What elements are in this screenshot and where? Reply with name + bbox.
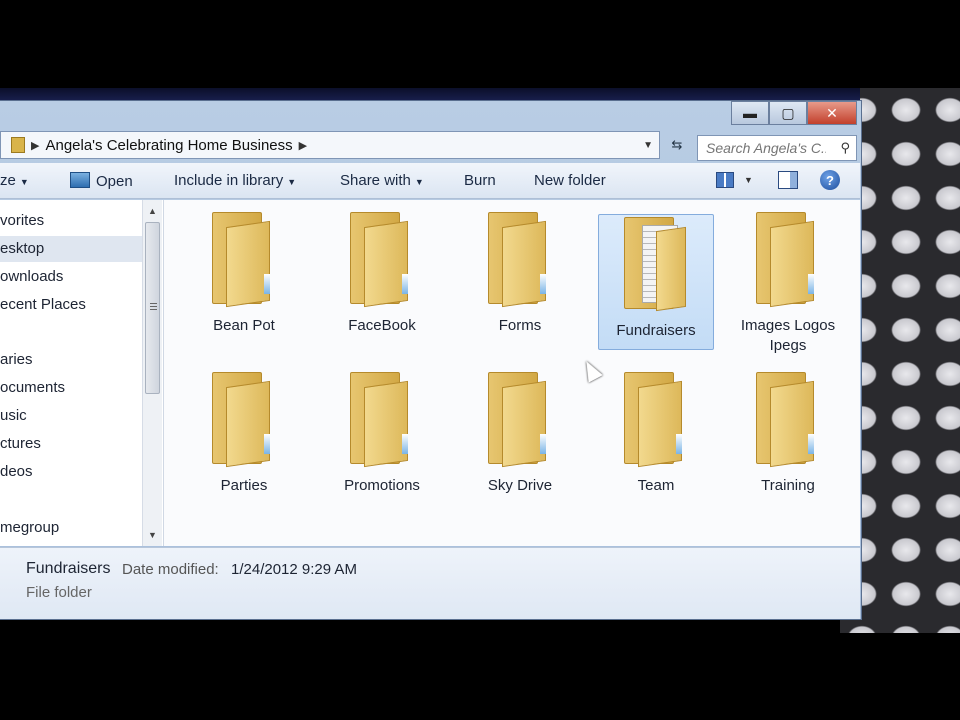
folder-icon (204, 210, 284, 310)
folder-item[interactable]: Sky Drive (462, 370, 578, 506)
folder-icon (748, 370, 828, 470)
folder-name: Bean Pot (213, 317, 275, 334)
folder-name: FaceBook (348, 317, 416, 334)
sidebar-item-pictures[interactable]: ctures (0, 431, 142, 457)
sidebar-item-music[interactable]: usic (0, 403, 142, 429)
folder-name: Sky Drive (487, 477, 553, 494)
folder-name: Images Logos Ipegs (740, 317, 836, 354)
folder-icon (204, 370, 284, 470)
chevron-down-icon: ▼ (19, 177, 29, 187)
folder-name: Promotions (344, 477, 420, 494)
folder-item-selected[interactable]: Fundraisers (598, 214, 714, 350)
folder-item[interactable]: Forms (462, 210, 578, 346)
open-label: Open (96, 173, 133, 190)
minimize-button[interactable]: ▬ (731, 101, 769, 125)
open-folder-icon (616, 215, 696, 315)
file-list: Bean Pot FaceBook Forms Fundraisers Imag… (164, 200, 860, 546)
organize-label: ze (0, 172, 16, 189)
explorer-window: ▬ ▢ ✕ ▶ Angela's Celebrating Home Busine… (0, 100, 862, 620)
folder-item[interactable]: Promotions (324, 370, 440, 506)
sidebar-item-recent-places[interactable]: ecent Places (0, 292, 142, 318)
chevron-down-icon[interactable]: ▼ (643, 140, 653, 151)
chevron-down-icon[interactable]: ▼ (744, 175, 753, 185)
folder-name: Fundraisers (616, 322, 696, 339)
chevron-down-icon: ▼ (414, 177, 424, 187)
include-label: Include in library (174, 172, 284, 189)
sidebar-item-videos[interactable]: deos (0, 459, 142, 485)
include-in-library-button[interactable]: Include in library ▼ (174, 172, 296, 189)
new-folder-button[interactable]: New folder (534, 172, 606, 189)
navigation-pane: vorites esktop ownloads ecent Places ari… (0, 200, 164, 546)
grip-icon (150, 303, 157, 311)
share-label: Share with (340, 172, 411, 189)
search-icon[interactable]: ⚲ (840, 140, 850, 156)
open-icon (70, 172, 90, 188)
folder-icon (480, 370, 560, 470)
folder-name: Training (761, 477, 815, 494)
burn-button[interactable]: Burn (464, 172, 496, 189)
chevron-down-icon: ▼ (287, 177, 297, 187)
details-item-name: Fundraisers (26, 560, 111, 577)
organize-button[interactable]: ze ▼ (0, 172, 29, 189)
folder-item[interactable]: Parties (186, 370, 302, 506)
breadcrumb-arrow-icon[interactable]: ▶ (31, 139, 39, 152)
folder-name: Parties (220, 477, 268, 494)
sidebar-item-documents[interactable]: ocuments (0, 375, 142, 401)
navigation-scrollbar[interactable]: ▲ ▼ (142, 200, 162, 546)
scroll-up-icon[interactable]: ▲ (148, 206, 157, 216)
scrollbar-thumb[interactable] (145, 222, 160, 394)
folder-item[interactable]: Training (730, 370, 846, 506)
folder-item[interactable]: Images Logos Ipegs (730, 210, 846, 360)
sidebar-item-libraries[interactable]: aries (0, 347, 142, 373)
folder-item[interactable]: Bean Pot (186, 210, 302, 346)
address-bar[interactable]: ▶ Angela's Celebrating Home Business ▶ ▼ (0, 131, 660, 159)
close-button[interactable]: ✕ (807, 101, 857, 125)
folder-icon (342, 210, 422, 310)
search-box[interactable]: ⚲ (697, 135, 857, 161)
refresh-icon[interactable]: ⇆ (664, 133, 690, 157)
breadcrumb-arrow-icon[interactable]: ▶ (299, 139, 307, 152)
folder-icon (342, 370, 422, 470)
sidebar-item-favorites[interactable]: vorites (0, 208, 142, 234)
sidebar-item-downloads[interactable]: ownloads (0, 264, 142, 290)
folder-item[interactable]: Team (598, 370, 714, 506)
command-bar: ze ▼ Open Include in library ▼ Share with ▼… (0, 163, 860, 199)
folder-name: Team (637, 477, 675, 494)
details-pane: Fundraisers Date modified: 1/24/2012 9:2… (0, 547, 860, 619)
folder-name: Forms (498, 317, 542, 334)
breadcrumb[interactable]: Angela's Celebrating Home Business (45, 137, 292, 154)
folder-icon (748, 210, 828, 310)
folder-icon (616, 370, 696, 470)
sidebar-item-desktop[interactable]: esktop (0, 236, 142, 262)
details-date-value: 1/24/2012 9:29 AM (231, 561, 357, 578)
preview-pane-icon[interactable] (778, 171, 798, 189)
caption-buttons: ▬ ▢ ✕ (731, 101, 857, 125)
maximize-button[interactable]: ▢ (769, 101, 807, 125)
scroll-down-icon[interactable]: ▼ (148, 530, 157, 540)
details-item-type: File folder (26, 584, 92, 601)
folder-item[interactable]: FaceBook (324, 210, 440, 346)
details-date-label: Date modified: (122, 561, 219, 578)
share-with-button[interactable]: Share with ▼ (340, 172, 424, 189)
search-input[interactable] (706, 140, 826, 156)
help-icon[interactable]: ? (820, 170, 840, 190)
folder-icon (11, 137, 25, 153)
views-icon[interactable] (716, 172, 734, 188)
open-button[interactable]: Open (70, 172, 133, 190)
folder-icon (480, 210, 560, 310)
sidebar-item-homegroup[interactable]: megroup (0, 515, 142, 541)
